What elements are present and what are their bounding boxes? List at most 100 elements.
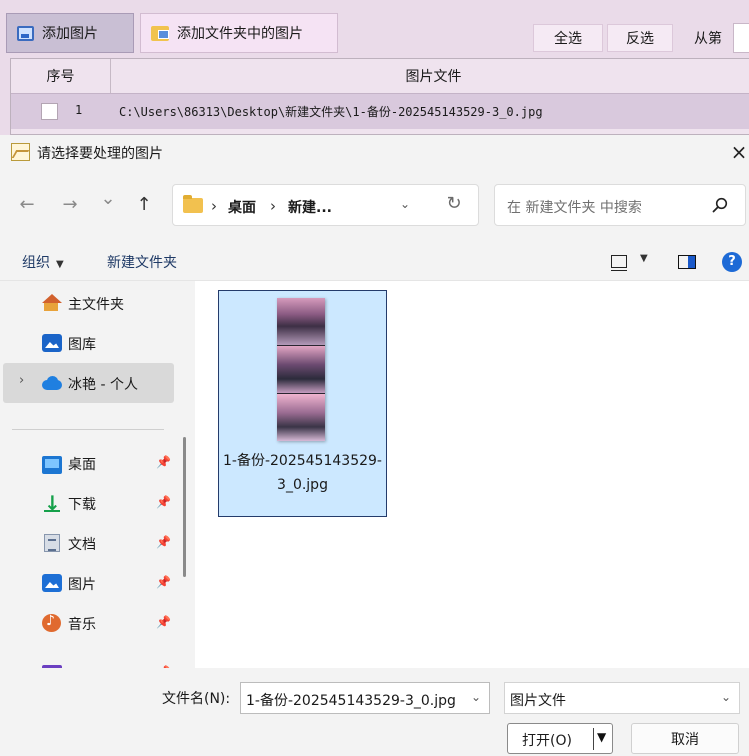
command-bar: 组织 ▼ 新建文件夹 ▼ ? — [0, 241, 749, 281]
sidebar-item-label: 图库 — [68, 337, 96, 353]
add-image-label: 添加图片 — [42, 26, 98, 42]
row-file-path: C:\Users\86313\Desktop\新建文件夹\1-备份-202545… — [119, 105, 543, 119]
sidebar-item-music[interactable]: 音乐 📌 — [0, 603, 176, 643]
breadcrumb-separator: › — [211, 197, 217, 215]
sidebar-item-downloads[interactable]: 下载 📌 — [0, 483, 176, 523]
sidebar-item-documents[interactable]: 文档 📌 — [0, 523, 176, 563]
add-folder-images-button[interactable]: 添加文件夹中的图片 — [140, 13, 338, 53]
filename-value: 1-备份-202545143529-3_0.jpg — [246, 693, 456, 709]
view-mode-icon[interactable] — [611, 255, 627, 271]
sidebar-item-pictures[interactable]: 图片 📌 — [0, 563, 176, 603]
chevron-down-icon: ⌄ — [721, 690, 732, 704]
filename-label: 文件名(N): — [162, 691, 231, 707]
table-row[interactable]: 1 C:\Users\86313\Desktop\新建文件夹\1-备份-2025… — [11, 93, 749, 129]
image-table: 序号 图片文件 1 C:\Users\86313\Desktop\新建文件夹\1… — [10, 58, 749, 135]
dialog-title: 请选择要处理的图片 — [37, 146, 163, 162]
invert-label: 反选 — [626, 31, 654, 47]
image-icon — [17, 25, 34, 41]
thumbnail-panel — [277, 394, 325, 441]
pin-icon[interactable]: 📌 — [156, 495, 171, 509]
view-dropdown-icon[interactable]: ▼ — [640, 253, 648, 264]
sidebar-item-label: 主文件夹 — [68, 297, 124, 313]
chevron-down-icon[interactable]: ⌄ — [471, 690, 481, 704]
navigation-bar: ← → ⌄ ↑ › 桌面 › 新建... ⌄ ↻ 在 新建文件夹 中搜索 — [0, 169, 749, 241]
invert-selection-button[interactable]: 反选 — [607, 24, 673, 52]
filename-combobox[interactable]: 1-备份-202545143529-3_0.jpg ⌄ — [240, 682, 490, 714]
download-icon — [42, 491, 62, 515]
expand-chevron-icon[interactable]: › — [19, 373, 24, 388]
file-type-value: 图片文件 — [510, 693, 566, 709]
sidebar-item-home[interactable]: 主文件夹 — [0, 283, 176, 323]
select-all-label: 全选 — [554, 31, 582, 47]
dropdown-triangle-icon[interactable]: ▼ — [597, 730, 606, 744]
documents-icon — [44, 534, 60, 552]
dialog-titlebar[interactable]: 请选择要处理的图片 × — [0, 135, 749, 169]
close-button[interactable]: × — [728, 140, 749, 164]
sidebar-item-onedrive[interactable]: › 冰艳 - 个人 — [3, 363, 174, 403]
breadcrumb-separator: › — [270, 197, 276, 215]
from-input[interactable] — [733, 23, 749, 53]
sidebar-item-desktop[interactable]: 桌面 📌 — [0, 443, 176, 483]
cancel-button[interactable]: 取消 — [631, 723, 739, 754]
refresh-icon[interactable]: ↻ — [443, 193, 465, 217]
dropdown-triangle-icon: ▼ — [56, 259, 64, 270]
pictures-icon — [42, 574, 62, 592]
cancel-button-label: 取消 — [671, 731, 699, 748]
folder-image-icon — [151, 25, 169, 41]
sidebar-item-label: 冰艳 - 个人 — [68, 377, 138, 393]
folder-icon — [183, 195, 203, 213]
dialog-footer: 文件名(N): 1-备份-202545143529-3_0.jpg ⌄ 图片文件… — [0, 668, 749, 756]
row-index: 1 — [75, 103, 83, 117]
forward-arrow-icon[interactable]: → — [58, 193, 82, 217]
address-bar[interactable]: › 桌面 › 新建... ⌄ ↻ — [172, 184, 479, 226]
sidebar-item-videos[interactable]: 视频 📌 — [0, 643, 176, 668]
sidebar-item-label: 桌面 — [68, 457, 96, 473]
open-button[interactable]: 打开(O) ▼ — [507, 723, 613, 754]
column-header-file[interactable]: 图片文件 — [111, 59, 749, 93]
sidebar-item-gallery[interactable]: 图库 — [0, 323, 176, 363]
open-file-dialog: 请选择要处理的图片 × ← → ⌄ ↑ › 桌面 › 新建... ⌄ ↻ 在 新… — [0, 135, 749, 756]
file-type-select[interactable]: 图片文件 ⌄ — [504, 682, 740, 714]
sidebar-divider — [12, 429, 164, 430]
search-box[interactable]: 在 新建文件夹 中搜索 — [494, 184, 746, 226]
select-all-button[interactable]: 全选 — [533, 24, 603, 52]
pin-icon[interactable]: 📌 — [156, 455, 171, 469]
sidebar-item-label: 图片 — [68, 577, 96, 593]
breadcrumb-desktop[interactable]: 桌面 — [228, 197, 256, 217]
music-icon — [42, 613, 61, 632]
thumbnail-panel — [277, 298, 325, 345]
sidebar-item-label: 文档 — [68, 537, 96, 553]
breadcrumb-new-folder[interactable]: 新建... — [288, 197, 332, 217]
background-app-window: 添加图片 添加文件夹中的图片 全选 反选 从第 序号 图片文件 1 C:\Use… — [0, 0, 749, 135]
desktop-icon — [42, 456, 62, 474]
sidebar-item-label: 音乐 — [68, 617, 96, 633]
thumbnail-panel — [277, 346, 325, 393]
preview-pane-icon[interactable] — [678, 255, 696, 269]
sidebar-item-label: 下载 — [68, 497, 96, 513]
pin-icon[interactable]: 📌 — [156, 535, 171, 549]
help-icon[interactable]: ? — [722, 252, 742, 272]
navigation-pane: 主文件夹 图库 › 冰艳 - 个人 桌面 📌 下载 📌 文档 📌 — [0, 281, 195, 668]
organize-menu[interactable]: 组织 ▼ — [22, 252, 64, 272]
split-divider — [593, 728, 594, 750]
sidebar-scrollbar[interactable] — [183, 437, 186, 577]
column-header-index[interactable]: 序号 — [11, 59, 111, 93]
back-arrow-icon[interactable]: ← — [15, 193, 39, 217]
image-thumbnail — [277, 298, 325, 441]
row-checkbox[interactable] — [41, 103, 58, 120]
file-list: 1-备份-202545143529-3_0.jpg — [195, 281, 749, 668]
file-item[interactable]: 1-备份-202545143529-3_0.jpg — [218, 290, 387, 517]
from-label: 从第 — [694, 31, 722, 47]
picture-file-icon — [11, 143, 30, 161]
pin-icon[interactable]: 📌 — [156, 575, 171, 589]
pin-icon[interactable]: 📌 — [156, 615, 171, 629]
open-button-label: 打开(O) — [522, 733, 572, 749]
organize-label: 组织 — [22, 255, 50, 271]
add-image-button[interactable]: 添加图片 — [6, 13, 134, 53]
new-folder-button[interactable]: 新建文件夹 — [107, 252, 177, 272]
recent-locations-chevron-icon[interactable]: ⌄ — [96, 187, 120, 211]
search-icon[interactable] — [712, 197, 728, 213]
address-history-chevron-icon[interactable]: ⌄ — [400, 197, 410, 211]
home-icon — [42, 294, 62, 312]
up-arrow-icon[interactable]: ↑ — [132, 193, 156, 217]
